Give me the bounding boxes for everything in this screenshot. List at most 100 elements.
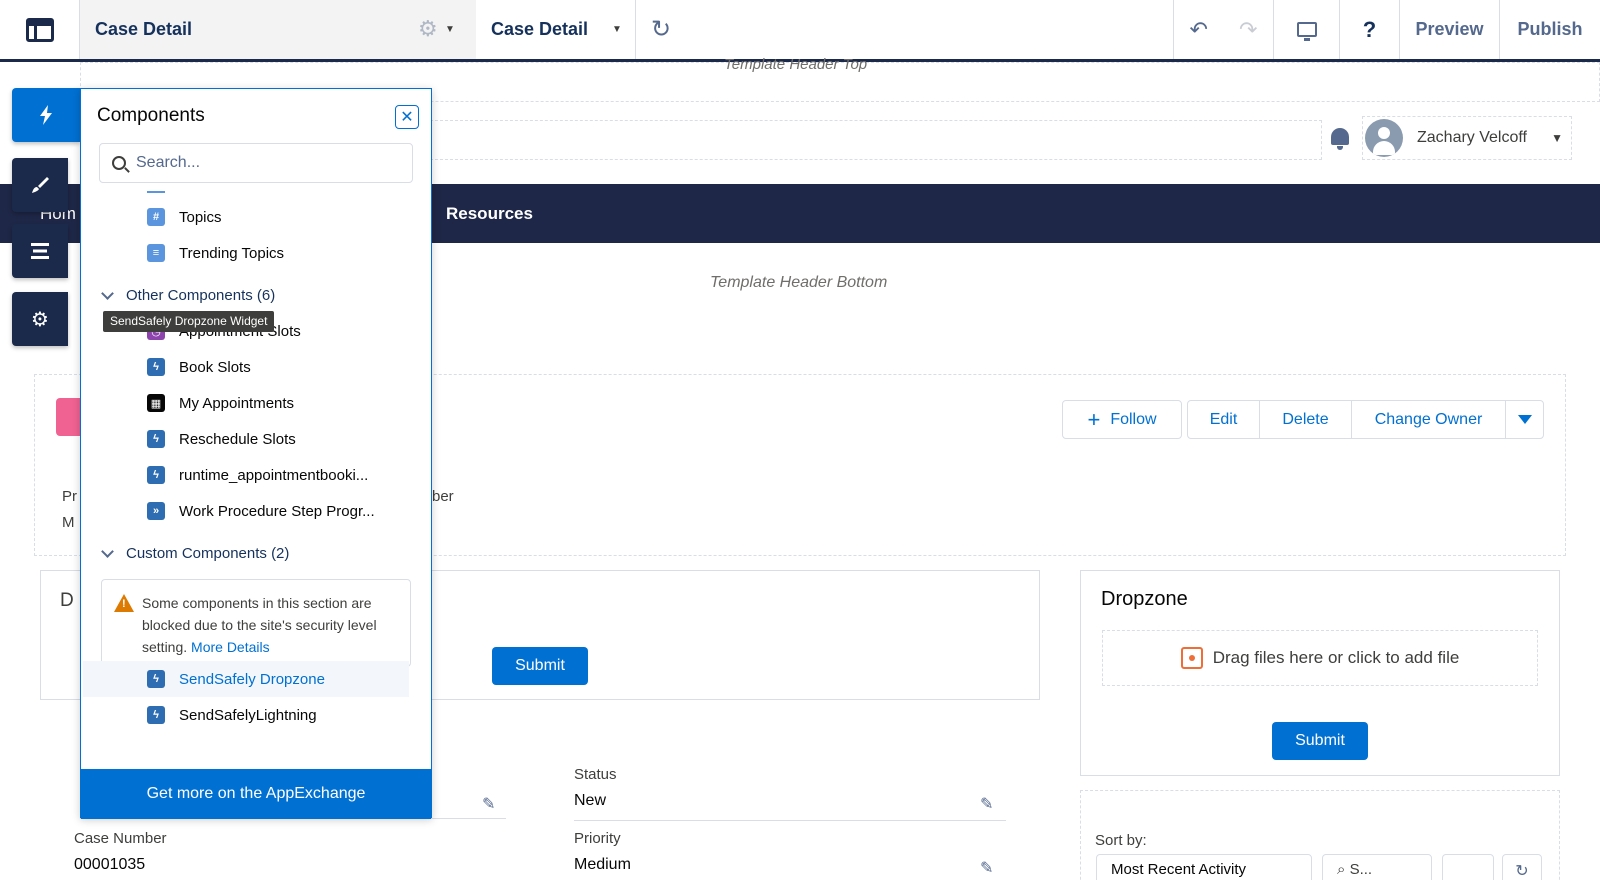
component-item-work-procedure-step[interactable]: » Work Procedure Step Progr... — [147, 499, 417, 523]
component-search-input[interactable] — [136, 154, 396, 172]
device-preview-button[interactable] — [1274, 0, 1340, 59]
user-profile-menu[interactable]: Zachary Velcoff ▼ — [1362, 116, 1572, 160]
lightning-icon: ϟ — [147, 430, 165, 448]
page-selector-label: Case Detail — [491, 19, 589, 39]
follow-button[interactable]: + Follow — [1062, 400, 1182, 439]
builder-menu-button[interactable] — [0, 0, 80, 59]
feed-refresh-button[interactable]: ↻ — [1502, 854, 1542, 880]
layout-icon — [25, 17, 54, 42]
page-settings-gear-icon[interactable]: ⚙ — [418, 18, 440, 40]
component-item-sendsafelylightning[interactable]: ϟ SendSafelyLightning — [147, 703, 417, 727]
component-label: SendSafely Dropzone — [179, 670, 325, 688]
theme-tool-button[interactable] — [12, 158, 68, 212]
page-structure-tool-button[interactable] — [12, 224, 68, 278]
appexchange-label: Get more on the AppExchange — [146, 785, 366, 802]
page-selector-caret-icon[interactable]: ▼ — [612, 24, 622, 35]
chevron-down-icon — [101, 544, 114, 558]
section-other-components[interactable]: Other Components (6) — [99, 283, 275, 307]
list-icon — [31, 243, 49, 259]
paintbrush-icon — [32, 177, 49, 193]
plus-icon: + — [1087, 406, 1101, 432]
page-settings-caret-icon[interactable]: ▼ — [445, 24, 455, 35]
hash-icon: # — [147, 208, 165, 226]
notification-bell-icon[interactable] — [1328, 126, 1352, 152]
status-value: New — [574, 792, 607, 809]
user-edit-icon[interactable]: ✎ — [482, 794, 498, 813]
redo-icon[interactable]: ↷ — [1239, 17, 1257, 43]
undo-icon[interactable]: ↶ — [1190, 17, 1208, 43]
step-icon: » — [147, 502, 165, 520]
pencil-icon[interactable]: ✎ — [980, 858, 996, 877]
component-label: Book Slots — [179, 358, 251, 376]
header-search-region[interactable] — [420, 120, 1322, 160]
preview-label: Preview — [1415, 19, 1484, 39]
component-search-field[interactable] — [99, 143, 413, 183]
components-panel: Components ✕ # Topics ≡ Trending Topics … — [80, 88, 432, 819]
feed-search-input[interactable]: ⌕ S... — [1322, 854, 1432, 880]
nav-item-resources[interactable]: Resources — [446, 204, 533, 224]
lock-icon — [1180, 647, 1203, 669]
filter-button[interactable] — [1442, 854, 1494, 880]
template-header-top-label: Template Header Top — [724, 56, 868, 73]
publish-label: Publish — [1517, 19, 1583, 39]
delete-button[interactable]: Delete — [1260, 401, 1352, 438]
component-label: runtime_appointmentbooki... — [179, 466, 369, 484]
lightning-icon: ϟ — [147, 466, 165, 484]
more-details-link[interactable]: More Details — [191, 639, 270, 655]
search-icon — [112, 156, 126, 170]
component-item-book-slots[interactable]: ϟ Book Slots — [147, 355, 417, 379]
help-icon: ? — [1362, 16, 1377, 42]
builder-toolbar: Case Detail ⚙ ▼ Case Detail ▼ ↻ ↶ ↷ ? Pr… — [0, 0, 1600, 62]
publish-button[interactable]: Publish — [1500, 0, 1600, 59]
lightning-icon: ϟ — [147, 670, 165, 688]
sort-select-value: Most Recent Activity — [1111, 861, 1247, 878]
detail-submit-button[interactable]: Submit — [492, 647, 588, 685]
component-label: Trending Topics — [179, 244, 285, 262]
user-name: Zachary Velcoff — [1417, 129, 1527, 146]
section-custom-components[interactable]: Custom Components (2) — [99, 541, 289, 565]
lightning-icon: ϟ — [147, 706, 165, 724]
warning-text: Some components in this section are bloc… — [142, 592, 404, 658]
file-drop-area[interactable]: Drag files here or click to add file — [1102, 630, 1538, 686]
appexchange-link[interactable]: Get more on the AppExchange — [81, 769, 431, 819]
lightning-icon: ϟ — [147, 358, 165, 376]
more-actions-button[interactable] — [1506, 401, 1543, 438]
security-warning: Some components in this section are bloc… — [101, 579, 411, 667]
toolbar-spacer — [686, 0, 1174, 59]
monitor-icon — [1296, 22, 1317, 41]
detail-title-fragment: D — [60, 590, 74, 611]
follow-label: Follow — [1110, 410, 1157, 428]
component-item-my-appointments[interactable]: ▦ My Appointments — [147, 391, 417, 415]
component-tooltip: SendSafely Dropzone Widget — [103, 311, 275, 332]
gear-icon: ⚙ — [31, 308, 49, 331]
component-item-topics[interactable]: # Topics — [147, 205, 417, 229]
refresh-icon: ↻ — [650, 16, 672, 43]
change-owner-button[interactable]: Change Owner — [1352, 401, 1506, 438]
component-item-trending-topics[interactable]: ≡ Trending Topics — [147, 241, 417, 265]
refresh-button[interactable]: ↻ — [636, 0, 686, 59]
chevron-down-icon: ▼ — [1551, 131, 1563, 145]
sort-select[interactable]: Most Recent Activity — [1096, 854, 1312, 880]
list-icon: ≡ — [147, 244, 165, 262]
components-tool-button[interactable] — [12, 88, 80, 142]
component-label: Work Procedure Step Progr... — [179, 502, 375, 520]
section-label: Other Components (6) — [126, 286, 276, 304]
close-panel-button[interactable]: ✕ — [395, 105, 419, 129]
component-item-runtime-appointmentbooking[interactable]: ϟ runtime_appointmentbooki... — [147, 463, 417, 487]
chevron-down-icon — [1517, 415, 1532, 424]
page-name: Case Detail — [80, 0, 476, 59]
component-item-sendsafely-dropzone[interactable]: ϟ SendSafely Dropzone — [147, 667, 417, 691]
priority-label: Priority — [574, 830, 621, 847]
close-icon: ✕ — [400, 109, 414, 126]
dropzone-submit-button[interactable]: Submit — [1272, 722, 1368, 760]
case-number-label: Case Number — [74, 830, 167, 847]
search-icon: ⌕ — [1337, 861, 1350, 878]
help-button[interactable]: ? — [1340, 0, 1400, 59]
pencil-icon[interactable]: ✎ — [980, 794, 996, 813]
settings-tool-button[interactable]: ⚙ — [12, 292, 68, 346]
component-item-reschedule-slots[interactable]: ϟ Reschedule Slots — [147, 427, 417, 451]
refresh-icon: ↻ — [1515, 863, 1529, 880]
case-number-value: 00001035 — [74, 856, 146, 873]
edit-button[interactable]: Edit — [1188, 401, 1260, 438]
preview-button[interactable]: Preview — [1400, 0, 1500, 59]
